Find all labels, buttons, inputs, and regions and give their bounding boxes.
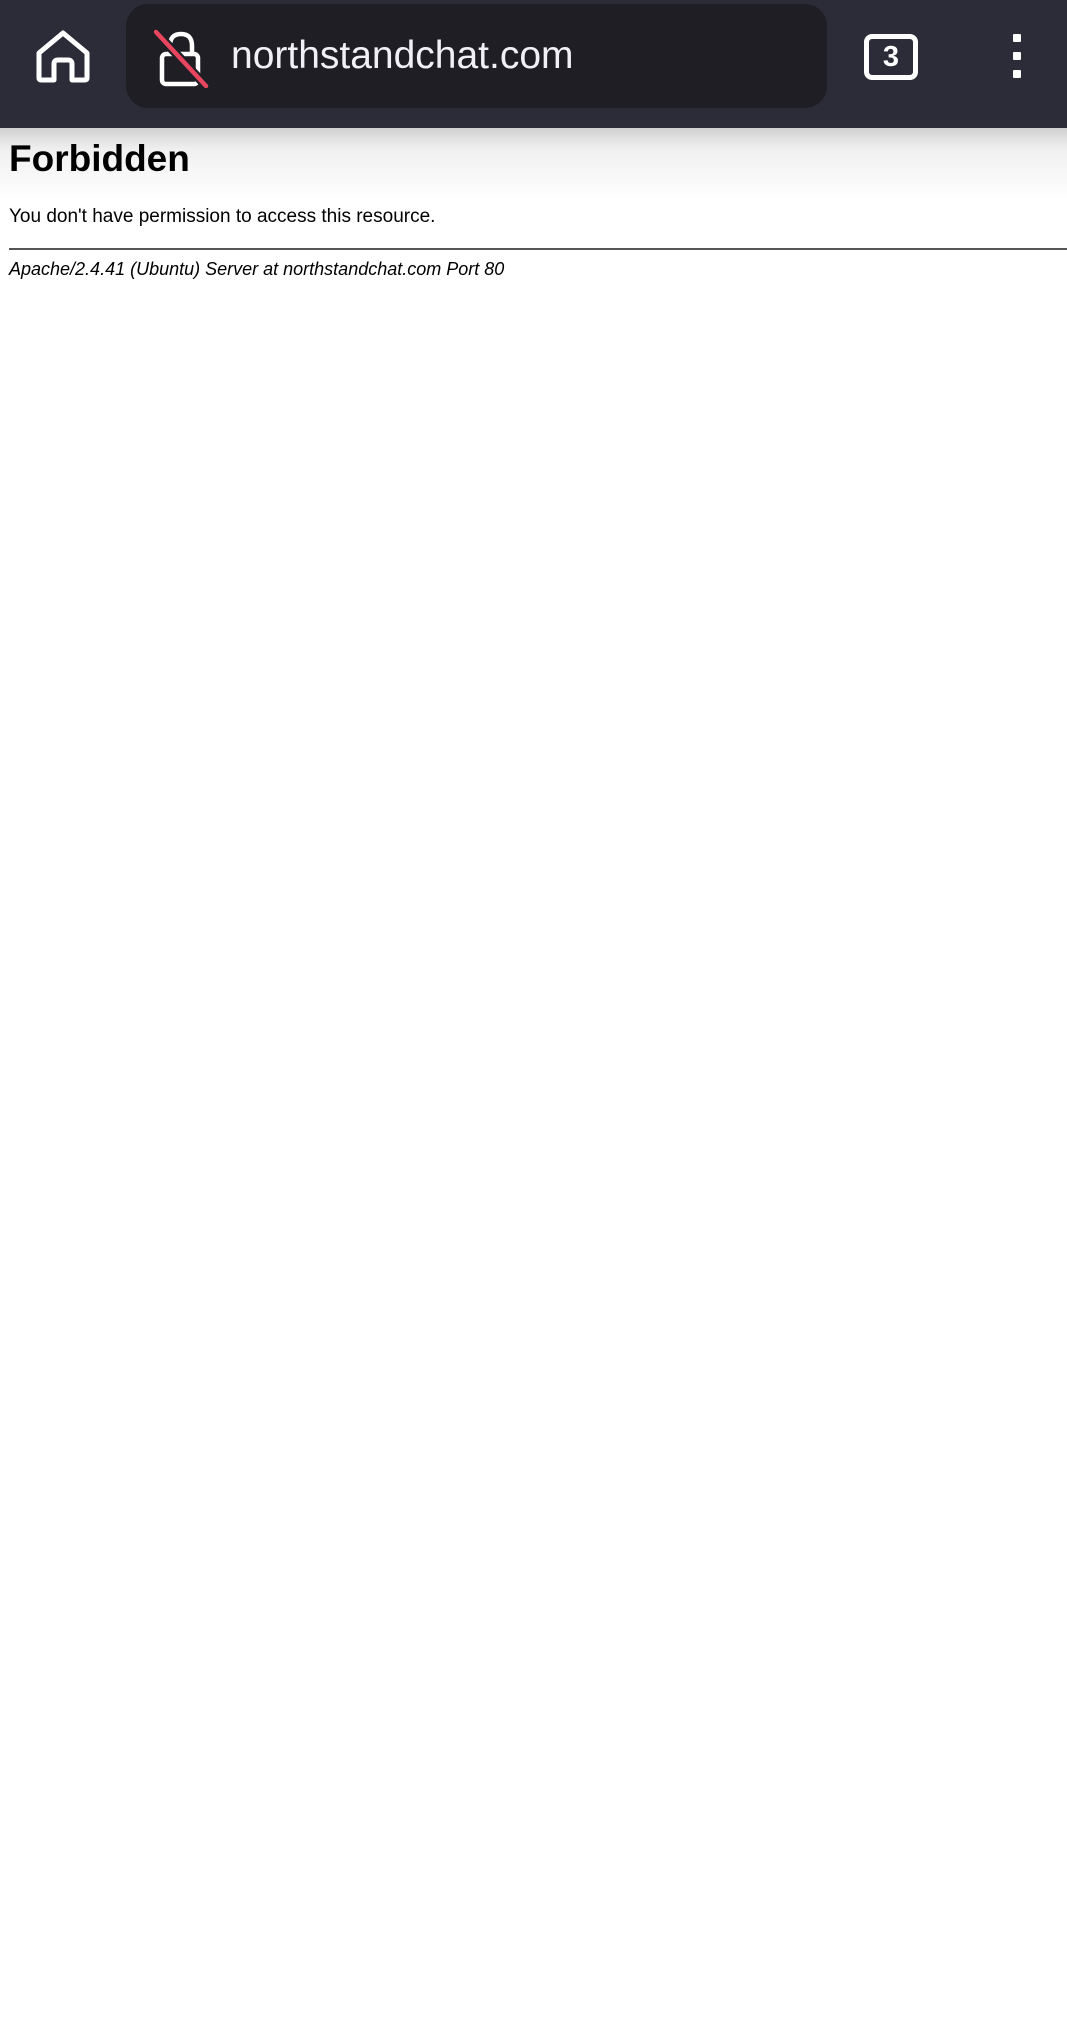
address-bar[interactable]: northstandchat.com [126,4,827,108]
home-button[interactable] [30,28,96,84]
tab-count: 3 [864,34,918,80]
home-icon [36,30,90,83]
more-menu-button[interactable] [990,28,1044,84]
divider [9,248,1067,250]
server-signature: Apache/2.4.41 (Ubuntu) Server at northst… [9,259,505,279]
url-text[interactable]: northstandchat.com [231,26,574,86]
not-secure-lock-icon [154,28,210,88]
page-title: Forbidden [9,138,190,179]
error-message: You don't have permission to access this… [9,206,436,227]
tabs-button[interactable]: 3 [860,30,918,80]
browser-toolbar: northstandchat.com 3 [0,0,1067,128]
